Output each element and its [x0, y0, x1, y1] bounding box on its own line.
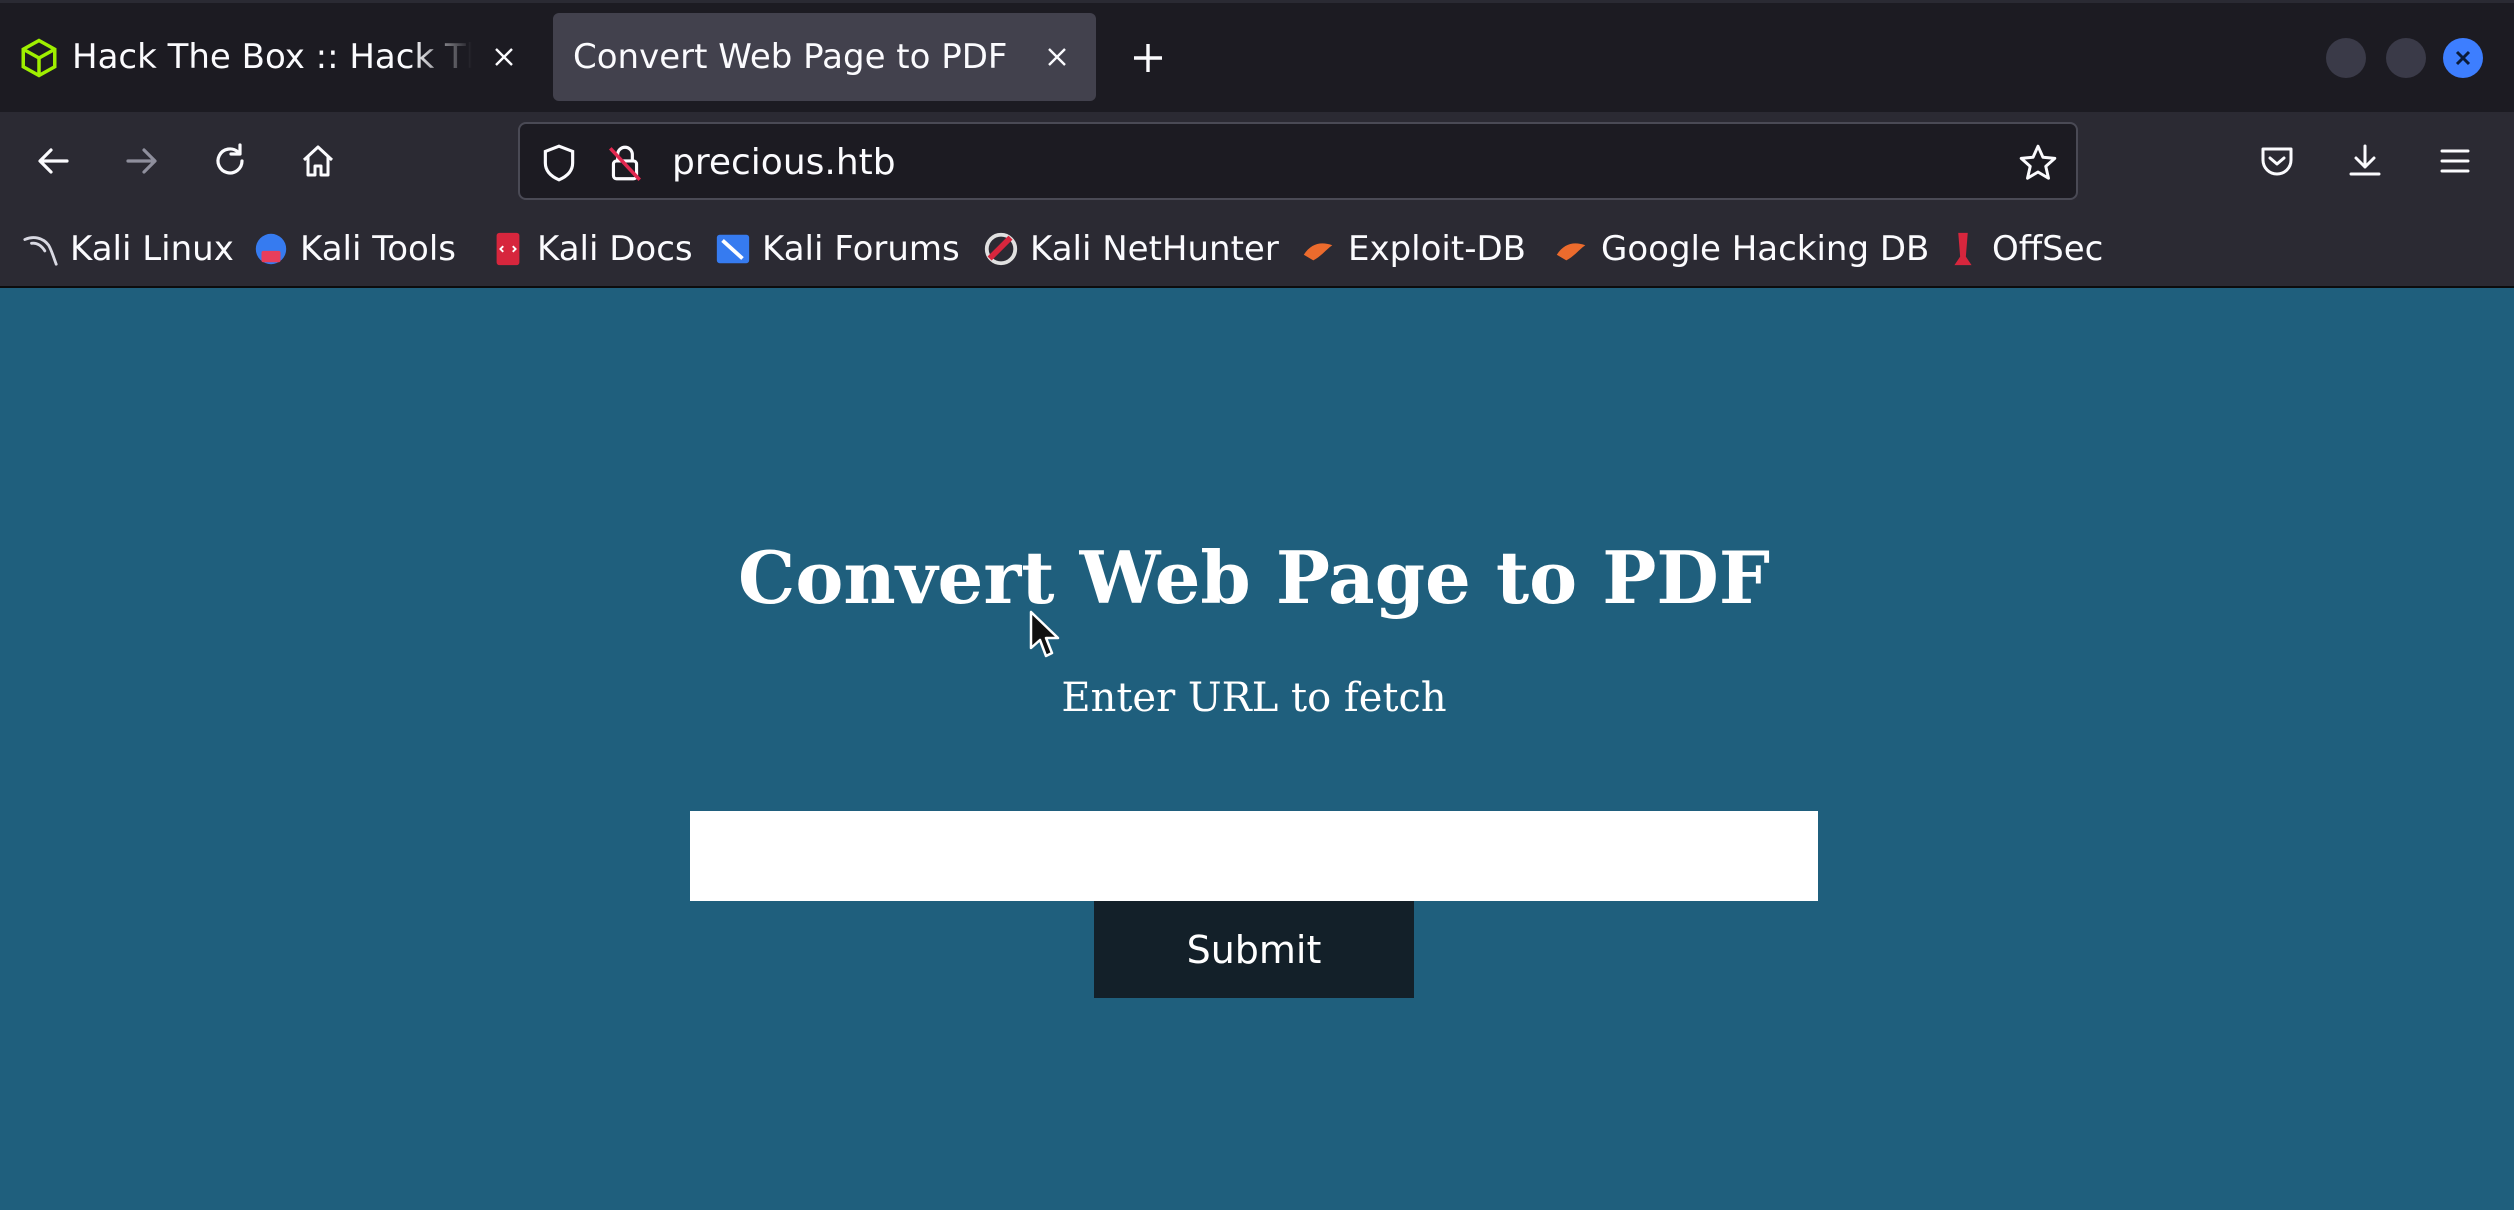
mouse-pointer-icon [1029, 610, 1060, 658]
pocket-icon [2261, 147, 2293, 176]
home-button[interactable] [293, 136, 343, 186]
kali-dragon-icon [23, 236, 58, 266]
bookmark-label: Google Hacking DB [1601, 229, 1930, 269]
close-tab-icon[interactable] [1039, 39, 1075, 75]
bookmark-label: OffSec [1992, 229, 2104, 269]
downloads-button[interactable] [2340, 136, 2390, 186]
bookmark-kali-forums[interactable]: Kali Forums [714, 228, 960, 270]
close-tab-icon[interactable] [486, 39, 522, 75]
home-icon [302, 145, 334, 177]
bookmark-label: Exploit-DB [1348, 229, 1526, 269]
kali-tools-icon [255, 233, 287, 265]
kali-nethunter-icon [984, 232, 1018, 266]
url-text: precious.htb [672, 142, 896, 183]
hackthebox-cube-icon [21, 38, 57, 78]
offsec-icon [1954, 232, 1972, 266]
tab-convert-pdf[interactable]: Convert Web Page to PDF [553, 13, 1096, 101]
bookmark-kali-linux[interactable]: Kali Linux [22, 228, 234, 270]
window-close-button[interactable] [2443, 38, 2483, 78]
page-content: Convert Web Page to PDF Enter URL to fet… [0, 290, 2514, 1210]
menu-button[interactable] [2430, 136, 2480, 186]
reload-icon [216, 143, 244, 175]
page-subtitle: Enter URL to fetch [1061, 675, 1447, 721]
bookmark-google-hacking-db[interactable]: Google Hacking DB [1553, 228, 1929, 270]
bookmark-exploit-db[interactable]: Exploit-DB [1300, 228, 1526, 270]
bookmark-offsec[interactable]: OffSec [1944, 228, 2103, 270]
hamburger-menu-icon [2440, 149, 2470, 173]
bookmark-star-icon[interactable] [2017, 142, 2059, 184]
kali-forums-icon [716, 234, 750, 264]
bookmarks-toolbar: Kali Linux Kali Tools Kali Docs Kali For… [0, 210, 2514, 288]
pocket-button[interactable] [2252, 136, 2302, 186]
bookmark-label: Kali Forums [762, 229, 960, 269]
arrow-left-icon [38, 148, 69, 174]
back-button[interactable] [28, 136, 78, 186]
bookmark-label: Kali NetHunter [1030, 229, 1279, 269]
kali-docs-icon [496, 232, 520, 266]
forward-button[interactable] [117, 136, 167, 186]
bookmark-label: Kali Linux [70, 229, 234, 269]
tab-hackthebox[interactable]: Hack The Box :: Hack The Box [0, 13, 540, 101]
arrow-right-icon [126, 148, 157, 174]
tab-title: Convert Web Page to PDF [573, 37, 1008, 77]
window-minimize-button[interactable] [2326, 38, 2366, 78]
url-input[interactable] [690, 811, 1818, 901]
tab-title: Hack The Box :: Hack The Box [72, 37, 472, 77]
exploit-db-icon [1303, 243, 1333, 261]
ghdb-icon [1556, 243, 1586, 261]
new-tab-plus-icon[interactable] [1128, 38, 1168, 78]
insecure-lock-icon[interactable] [604, 142, 646, 184]
window-maximize-button[interactable] [2386, 38, 2426, 78]
address-bar[interactable]: precious.htb [518, 122, 2078, 200]
close-icon [2455, 50, 2471, 66]
navigation-toolbar: precious.htb [0, 112, 2514, 210]
bookmark-kali-nethunter[interactable]: Kali NetHunter [982, 228, 1279, 270]
bookmark-label: Kali Tools [300, 229, 456, 269]
download-icon [2349, 144, 2381, 176]
bookmark-label: Kali Docs [537, 229, 693, 269]
page-title: Convert Web Page to PDF [738, 535, 1770, 620]
submit-button[interactable]: Submit [1094, 901, 1414, 998]
shield-icon[interactable] [538, 142, 580, 184]
bookmark-kali-docs[interactable]: Kali Docs [489, 228, 693, 270]
bookmark-kali-tools[interactable]: Kali Tools [252, 228, 456, 270]
tab-bar-top-line [0, 0, 2514, 3]
reload-button[interactable] [205, 136, 255, 186]
tab-bar: Hack The Box :: Hack The Box Convert Web… [0, 0, 2514, 112]
